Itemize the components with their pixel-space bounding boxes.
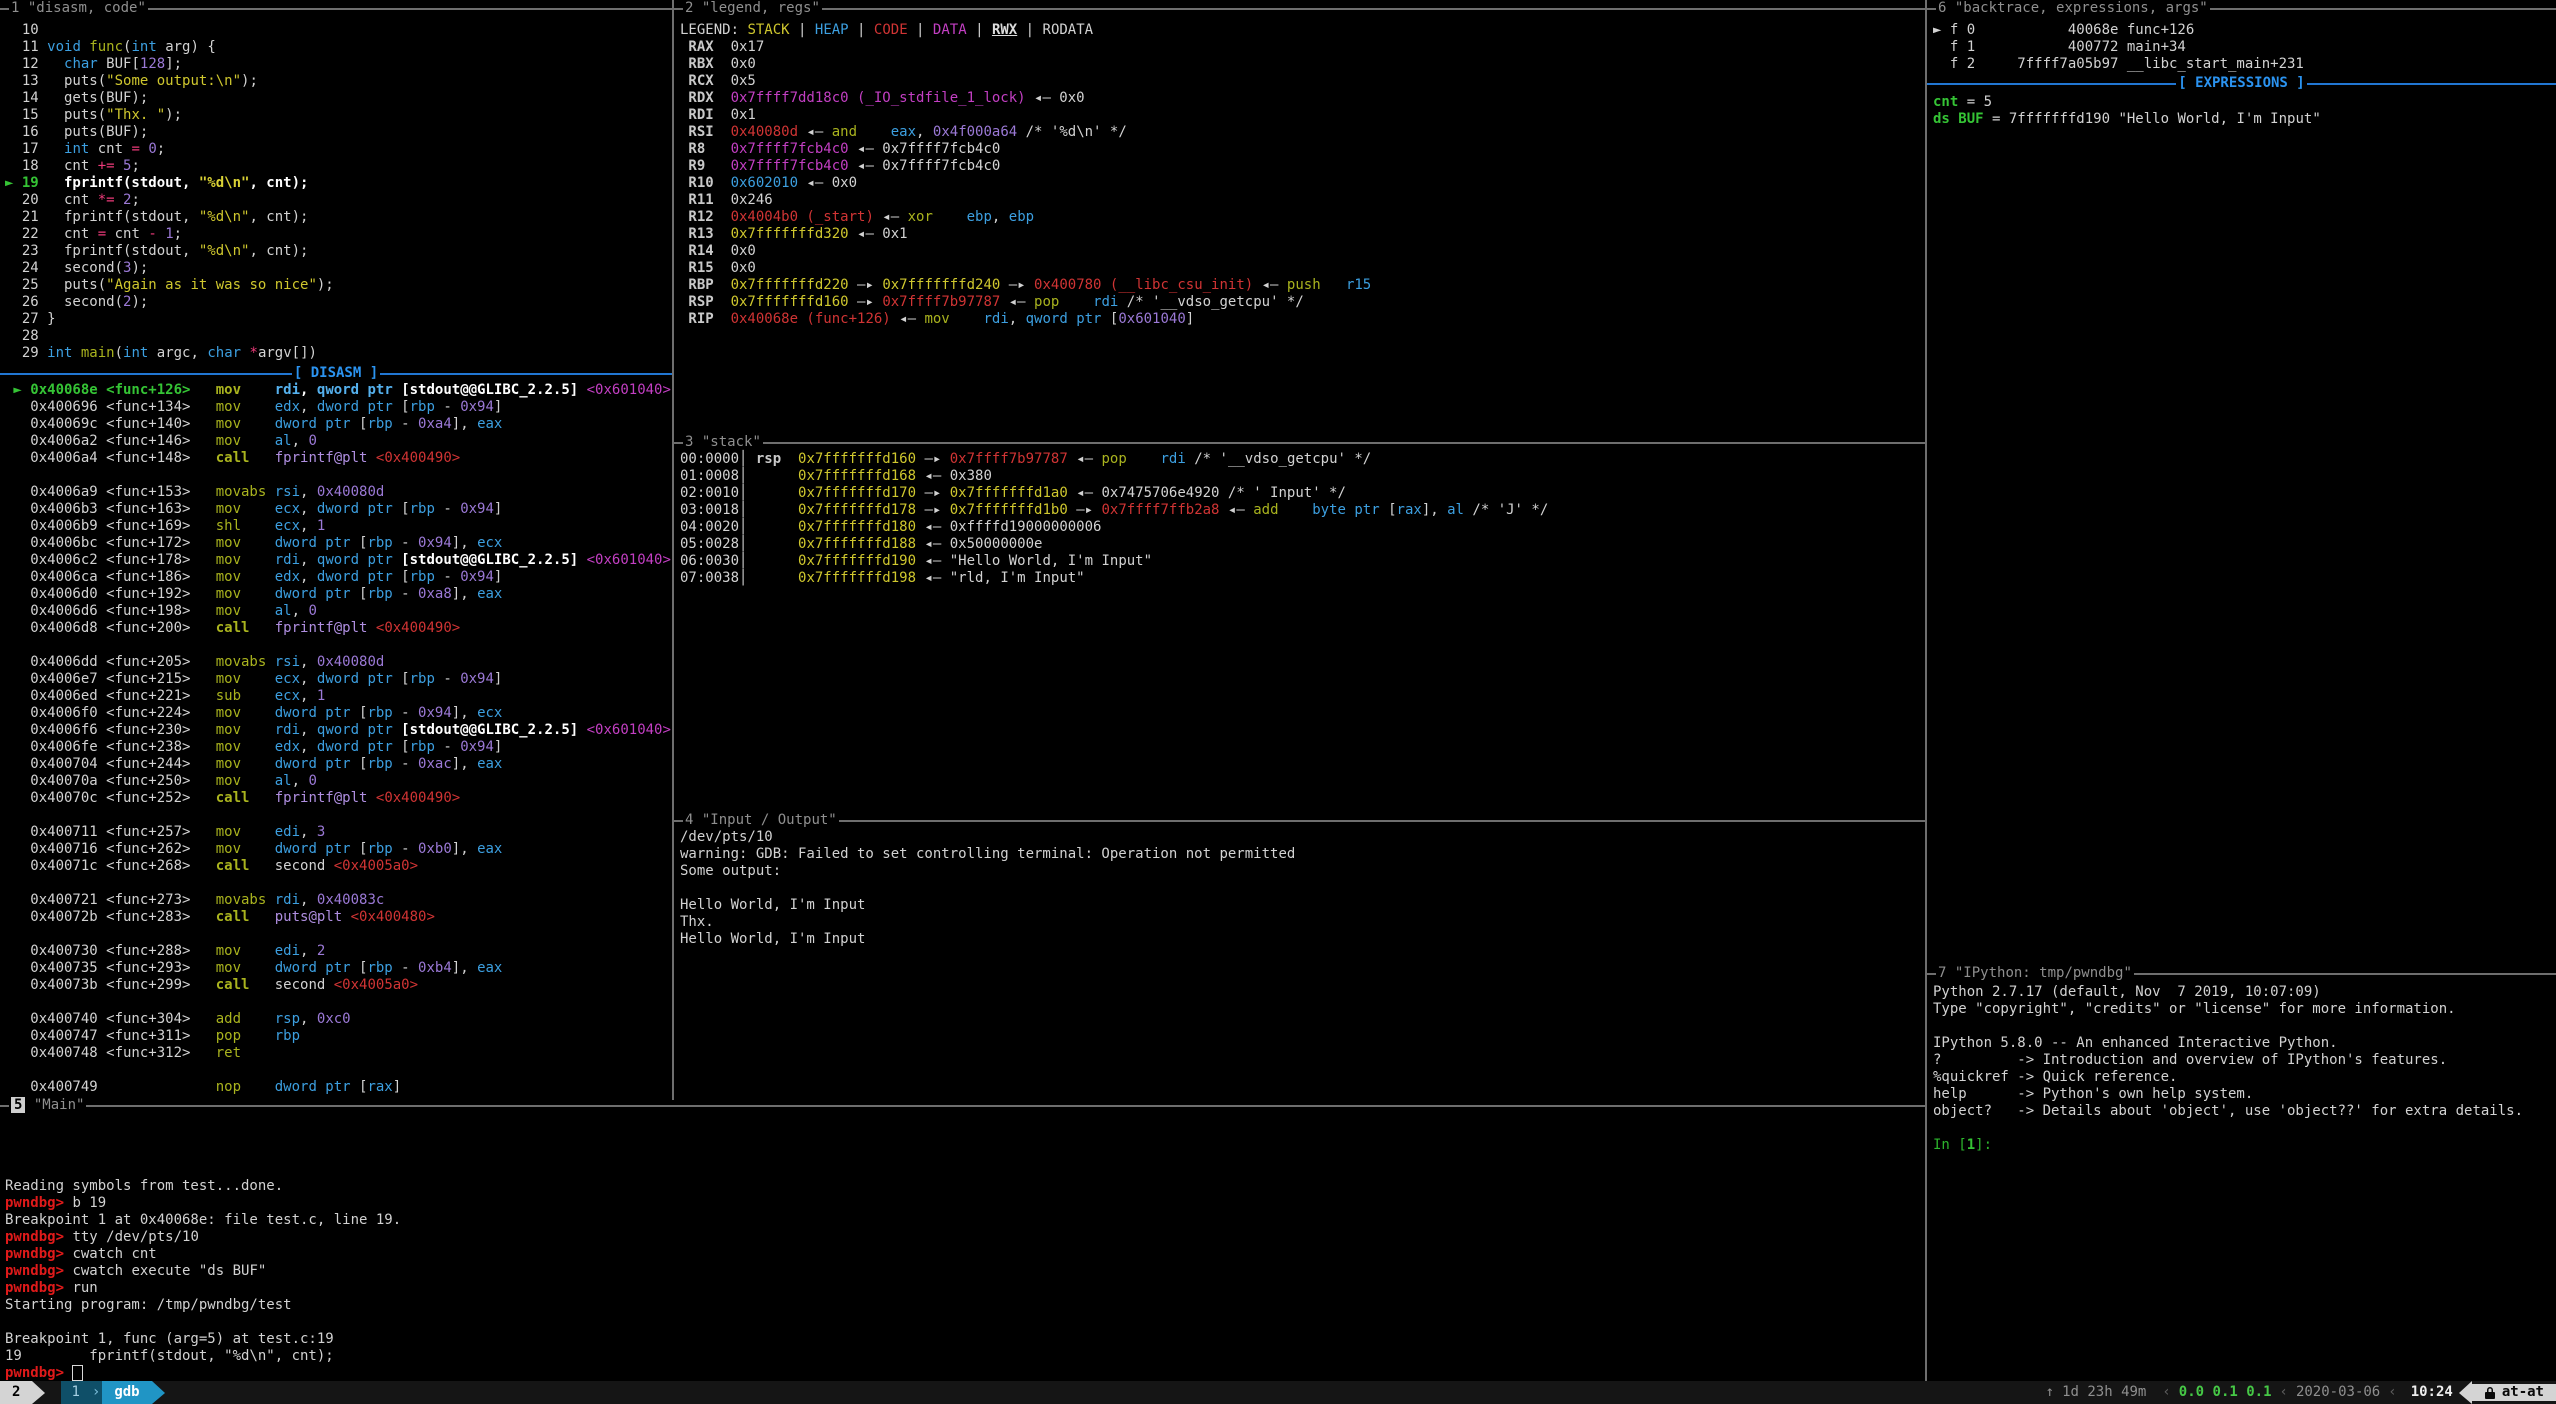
load-average: 0.0 0.1 0.1	[2179, 1384, 2272, 1401]
pane-title-legend-regs: 2 "legend, regs"	[674, 0, 1925, 17]
separator-chevron-icon: ‹	[2272, 1384, 2296, 1401]
window-tab-gdb[interactable]: gdb	[102, 1381, 151, 1404]
pane-border-vertical-right[interactable]	[1925, 0, 1927, 1381]
chevron-right-icon: ›	[90, 1381, 102, 1404]
pane-title-io: 4 "Input / Output"	[674, 812, 1925, 829]
expressions-section-separator: [ EXPRESSIONS ]	[1927, 75, 2556, 92]
gdb-console-pane[interactable]: Reading symbols from test...done.pwndbg>…	[5, 1110, 401, 1382]
pane-title-ipython: 7 "IPython: tmp/pwndbg"	[1927, 965, 2556, 982]
separator-chevron-icon: ‹	[2154, 1384, 2178, 1401]
pane-title-stack: 3 "stack"	[674, 434, 1925, 451]
tmux-status-bar: 2 1 › gdb ↑ 1d 23h 49m ‹ 0.0 0.1 0.1 ‹ 2…	[0, 1381, 2556, 1404]
lock-icon	[2484, 1386, 2496, 1400]
disassembly-pane[interactable]: ► 0x40068e <func+126> mov rdi, qword ptr…	[5, 382, 671, 1096]
backtrace-pane[interactable]: ► f 0 40068e func+126 f 1 400772 main+34…	[1933, 22, 2304, 73]
hostname-badge: at-at	[2472, 1384, 2556, 1401]
disasm-section-separator: [ DISASM ]	[0, 365, 672, 382]
powerline-triangle-icon	[2459, 1381, 2472, 1404]
pane-border-vertical-left[interactable]	[672, 0, 674, 1100]
session-badge[interactable]: 2	[0, 1381, 32, 1404]
expressions-pane[interactable]: cnt = 5ds BUF = 7fffffffd190 "Hello Worl…	[1933, 94, 2321, 128]
powerline-triangle-icon	[32, 1381, 45, 1404]
tmux-screen: 1 "disasm, code" 2 "legend, regs" 6 "bac…	[0, 0, 2556, 1404]
source-code-pane[interactable]: 10 11 void func(int arg) { 12 char BUF[1…	[5, 22, 334, 362]
date-text: 2020-03-06	[2296, 1384, 2380, 1401]
pane-title-backtrace: 6 "backtrace, expressions, args"	[1927, 0, 2556, 17]
uptime-arrow-icon: ↑	[2046, 1384, 2054, 1401]
window-index[interactable]: 1	[61, 1381, 89, 1404]
separator-chevron-icon: ‹	[2380, 1384, 2404, 1401]
powerline-triangle-icon	[152, 1381, 165, 1404]
stack-pane[interactable]: 00:0000│ rsp 0x7fffffffd160 —▸ 0x7ffff7b…	[680, 451, 1548, 587]
pane-title-disasm-code: 1 "disasm, code"	[0, 0, 672, 17]
clock-text: 10:24	[2405, 1384, 2459, 1401]
ipython-pane[interactable]: Python 2.7.17 (default, Nov 7 2019, 10:0…	[1933, 984, 2523, 1154]
registers-pane[interactable]: LEGEND: STACK | HEAP | CODE | DATA | RWX…	[680, 22, 1371, 328]
uptime-text: 1d 23h 49m	[2054, 1384, 2154, 1401]
io-pane[interactable]: /dev/pts/10warning: GDB: Failed to set c…	[680, 829, 1295, 948]
